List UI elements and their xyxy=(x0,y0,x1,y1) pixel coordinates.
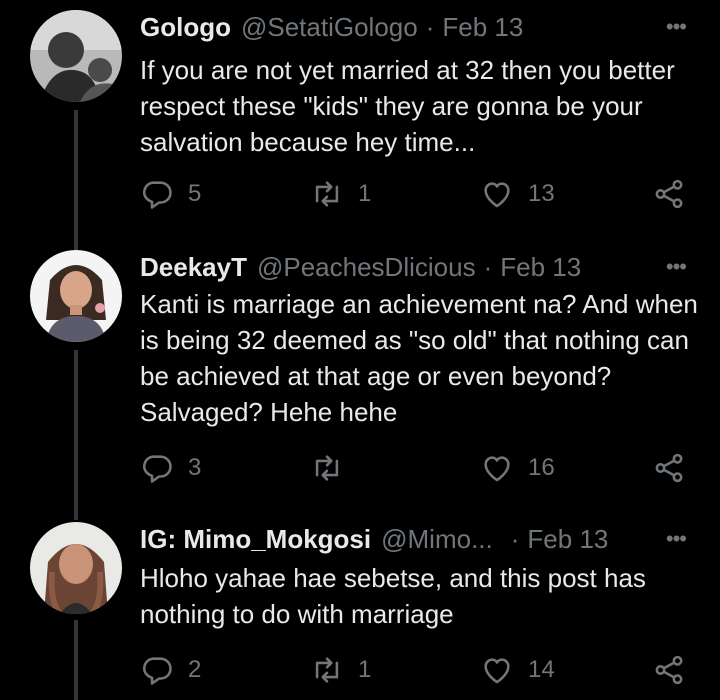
share-button[interactable] xyxy=(652,650,686,690)
tweet-actions: 5 1 13 xyxy=(140,174,720,214)
more-options-icon[interactable]: ••• xyxy=(666,522,687,556)
reply-button[interactable]: 2 xyxy=(140,650,201,690)
separator: · xyxy=(510,523,520,554)
heart-icon xyxy=(484,456,510,482)
like-count: 16 xyxy=(528,454,555,481)
share-icon xyxy=(655,453,683,483)
tweet-header: Gologo @SetatiGologo · Feb 13 xyxy=(140,10,720,44)
display-name[interactable]: IG: Mimo_Mokgosi xyxy=(140,524,371,555)
tweet[interactable]: Gologo @SetatiGologo · Feb 13 ••• If you… xyxy=(0,0,720,230)
tweet-header: DeekayT @PeachesDlicious · Feb 13 xyxy=(140,250,720,284)
like-button[interactable]: 13 xyxy=(480,174,555,214)
separator: · xyxy=(425,11,435,42)
timestamp[interactable]: Feb 13 xyxy=(527,524,608,555)
like-count: 13 xyxy=(528,180,555,207)
tweet-actions: 2 1 14 xyxy=(140,650,720,690)
separator: · xyxy=(483,251,493,282)
retweet-count: 1 xyxy=(358,656,372,683)
tweet[interactable]: IG: Mimo_Mokgosi @Mimo... · Feb 13 ••• H… xyxy=(0,512,720,700)
avatar[interactable] xyxy=(30,522,122,614)
like-button[interactable]: 16 xyxy=(480,448,555,488)
tweet[interactable]: DeekayT @PeachesDlicious · Feb 13 ••• Ka… xyxy=(0,240,720,510)
like-button[interactable]: 14 xyxy=(480,650,555,690)
reply-count: 5 xyxy=(188,180,202,207)
retweet-button[interactable] xyxy=(310,448,358,488)
reply-button[interactable]: 3 xyxy=(140,448,201,488)
tweet-header: IG: Mimo_Mokgosi @Mimo... · Feb 13 xyxy=(140,522,720,556)
timestamp[interactable]: Feb 13 xyxy=(442,12,523,43)
reply-button[interactable]: 5 xyxy=(140,174,201,214)
tweet-text: Hloho yahae hae sebetse, and this post h… xyxy=(140,563,646,629)
reply-icon xyxy=(142,181,172,209)
timestamp[interactable]: Feb 13 xyxy=(500,252,581,283)
reply-count: 3 xyxy=(188,454,202,481)
retweet-count: 1 xyxy=(358,180,372,207)
share-icon xyxy=(655,179,683,209)
like-count: 14 xyxy=(528,656,555,683)
retweet-icon xyxy=(315,181,339,207)
avatar[interactable] xyxy=(30,250,122,342)
tweet-text: Kanti is marriage an achievement na? And… xyxy=(140,289,698,427)
display-name[interactable]: Gologo xyxy=(140,12,231,43)
username[interactable]: @Mimo... xyxy=(381,524,493,555)
retweet-button[interactable]: 1 xyxy=(310,650,371,690)
heart-icon xyxy=(484,658,510,684)
display-name[interactable]: DeekayT xyxy=(140,252,247,283)
reply-count: 2 xyxy=(188,656,202,683)
reply-icon xyxy=(142,657,172,685)
tweet-text: If you are not yet married at 32 then yo… xyxy=(140,55,675,157)
username[interactable]: @SetatiGologo xyxy=(241,12,418,43)
avatar[interactable] xyxy=(30,10,122,102)
tweet-actions: 3 16 xyxy=(140,448,720,488)
username[interactable]: @PeachesDlicious xyxy=(257,252,476,283)
share-button[interactable] xyxy=(652,174,686,214)
share-button[interactable] xyxy=(652,448,686,488)
retweet-button[interactable]: 1 xyxy=(310,174,371,214)
retweet-icon xyxy=(315,455,339,481)
heart-icon xyxy=(484,182,510,208)
share-icon xyxy=(655,655,683,685)
more-options-icon[interactable]: ••• xyxy=(666,250,687,284)
more-options-icon[interactable]: ••• xyxy=(666,10,687,44)
reply-icon xyxy=(142,455,172,483)
retweet-icon xyxy=(315,657,339,683)
